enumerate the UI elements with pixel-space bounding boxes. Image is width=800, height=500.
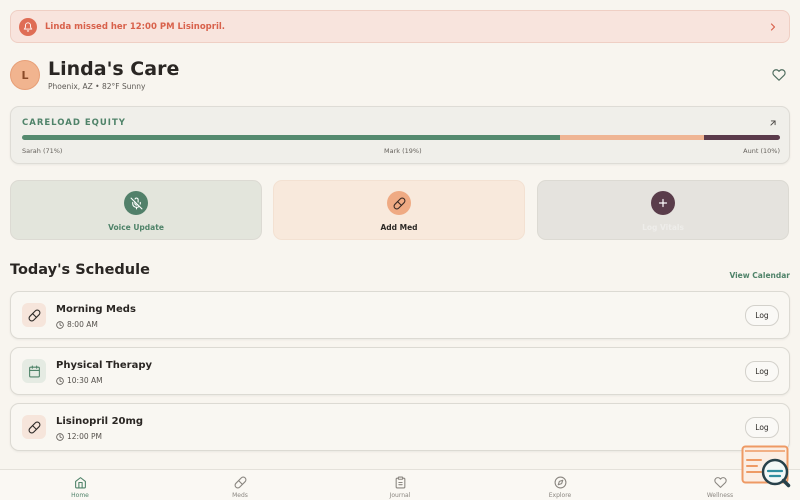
inspect-widget[interactable] bbox=[741, 445, 791, 490]
voice-update-button[interactable]: Voice Update bbox=[10, 180, 262, 240]
schedule-item-time: 10:30 AM bbox=[56, 376, 103, 385]
schedule-item-time: 12:00 PM bbox=[56, 432, 102, 441]
nav-label: Explore bbox=[548, 492, 572, 499]
schedule-item-name: Morning Meds bbox=[56, 304, 136, 315]
add-med-label: Add Med bbox=[380, 223, 418, 232]
compass-icon bbox=[554, 476, 566, 489]
schedule-title: Today's Schedule bbox=[10, 262, 150, 278]
clock-icon bbox=[56, 432, 64, 441]
log-button[interactable]: Log bbox=[745, 417, 779, 438]
microphone-off-icon bbox=[124, 191, 148, 215]
pill-icon bbox=[22, 303, 46, 327]
log-button[interactable]: Log bbox=[745, 361, 779, 382]
careload-labels: Sarah (71%) Mark (19%) Aunt (10%) bbox=[22, 147, 780, 155]
bell-icon bbox=[19, 17, 37, 36]
schedule-item-time-text: 8:00 AM bbox=[67, 320, 98, 329]
pill-icon bbox=[387, 191, 411, 215]
careload-title: CARELOAD EQUITY bbox=[22, 118, 126, 128]
alert-text: Linda missed her 12:00 PM Lisinopril. bbox=[45, 21, 226, 32]
calendar-icon bbox=[22, 359, 46, 383]
nav-item-journal[interactable]: Journal bbox=[320, 470, 480, 500]
voice-update-label: Voice Update bbox=[108, 223, 164, 232]
pill-icon bbox=[22, 415, 46, 439]
log-button[interactable]: Log bbox=[745, 305, 779, 326]
nav-label: Journal bbox=[389, 492, 411, 499]
careload-bar bbox=[22, 135, 780, 140]
schedule-item[interactable]: Physical Therapy 10:30 AM Log bbox=[10, 347, 790, 395]
schedule-item-time-text: 12:00 PM bbox=[67, 432, 102, 441]
nav-label: Meds bbox=[232, 492, 248, 499]
careload-label-aunt: Aunt (10%) bbox=[743, 147, 780, 155]
magnifier-code-icon bbox=[741, 445, 791, 488]
pill-icon bbox=[234, 476, 246, 489]
heart-icon[interactable] bbox=[772, 68, 786, 82]
care-header: L Linda's Care Phoenix, AZ • 82°F Sunny bbox=[10, 58, 790, 94]
chevron-right-icon bbox=[770, 22, 776, 31]
schedule-item-time-text: 10:30 AM bbox=[67, 376, 103, 385]
bottom-nav: Home Meds Journal Explore Wellness bbox=[0, 469, 800, 500]
schedule-item[interactable]: Lisinopril 20mg 12:00 PM Log bbox=[10, 403, 790, 451]
schedule-item-name: Physical Therapy bbox=[56, 360, 153, 371]
careload-label-mark: Mark (19%) bbox=[384, 147, 422, 155]
nav-item-home[interactable]: Home bbox=[0, 470, 160, 500]
careload-equity-card[interactable]: CARELOAD EQUITY Sarah (71%) Mark (19%) A… bbox=[10, 106, 790, 164]
careload-segment-sarah bbox=[22, 135, 561, 140]
location-weather: Phoenix, AZ • 82°F Sunny bbox=[48, 82, 146, 91]
plus-icon bbox=[651, 191, 675, 215]
arrow-up-right-icon[interactable] bbox=[768, 118, 778, 128]
careload-segment-mark bbox=[560, 135, 705, 140]
careload-label-sarah: Sarah (71%) bbox=[22, 147, 63, 155]
clipboard-icon bbox=[395, 476, 405, 489]
schedule-item-name: Lisinopril 20mg bbox=[56, 416, 144, 427]
page-title: Linda's Care bbox=[48, 58, 180, 80]
add-med-button[interactable]: Add Med bbox=[273, 180, 525, 240]
home-icon bbox=[74, 477, 86, 489]
missed-dose-alert[interactable]: Linda missed her 12:00 PM Lisinopril. bbox=[10, 10, 790, 43]
schedule-item[interactable]: Morning Meds 8:00 AM Log bbox=[10, 291, 790, 339]
heart-icon bbox=[713, 477, 727, 488]
log-vitals-label: Log Vitals bbox=[642, 223, 684, 232]
clock-icon bbox=[56, 376, 64, 385]
careload-segment-aunt bbox=[704, 135, 780, 140]
view-calendar-link[interactable]: View Calendar bbox=[729, 271, 790, 280]
schedule-item-time: 8:00 AM bbox=[56, 320, 98, 329]
nav-item-meds[interactable]: Meds bbox=[160, 470, 320, 500]
clock-icon bbox=[56, 320, 64, 329]
log-vitals-button[interactable]: Log Vitals bbox=[537, 180, 789, 240]
nav-item-explore[interactable]: Explore bbox=[480, 470, 640, 500]
nav-label: Wellness bbox=[706, 492, 734, 499]
avatar[interactable]: L bbox=[10, 60, 40, 90]
nav-label: Home bbox=[71, 492, 89, 499]
